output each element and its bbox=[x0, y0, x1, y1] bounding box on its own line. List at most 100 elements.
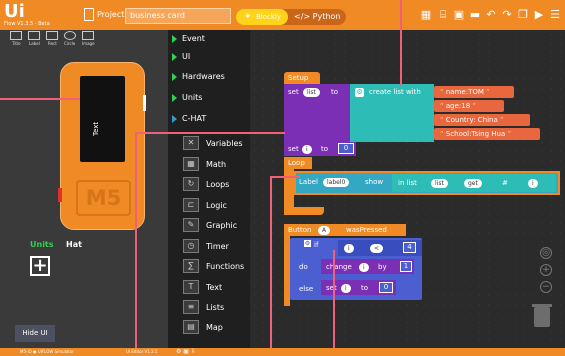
lists-icon[interactable]: ≡ bbox=[183, 300, 199, 314]
code-icon[interactable]: ▦ bbox=[420, 9, 432, 21]
category-loops[interactable]: Loops bbox=[206, 180, 229, 189]
operator-dropdown[interactable]: < bbox=[370, 244, 384, 253]
number-input[interactable]: 0 bbox=[338, 143, 354, 154]
gear-icon[interactable]: ⚙ bbox=[304, 240, 311, 247]
logic-icon[interactable]: ⊏ bbox=[183, 198, 199, 212]
tool-label: Image bbox=[82, 41, 95, 46]
save-icon[interactable]: ▣ bbox=[453, 9, 465, 21]
category-lists[interactable]: Lists bbox=[206, 303, 224, 312]
category-functions[interactable]: Functions bbox=[206, 262, 244, 271]
api-icon[interactable]: ▬ bbox=[469, 9, 481, 21]
bottom-icons[interactable]: ⚙ ▣ ⇩ bbox=[176, 348, 196, 356]
callout-line bbox=[270, 176, 300, 178]
device-status: M5-ID ● UIFLOW Simulator bbox=[20, 349, 74, 354]
get-dropdown[interactable]: get bbox=[464, 179, 482, 188]
graphic-icon[interactable]: ✎ bbox=[183, 218, 199, 232]
callout-line bbox=[400, 0, 402, 86]
category-text[interactable]: Text bbox=[206, 283, 222, 292]
show-keyword: show bbox=[365, 178, 384, 186]
category-timer[interactable]: Timer bbox=[206, 242, 229, 251]
loop-footer[interactable] bbox=[284, 207, 324, 215]
i-variable-dropdown[interactable]: i bbox=[302, 145, 312, 154]
zoom-out-icon[interactable]: − bbox=[540, 281, 552, 293]
set-keyword: set bbox=[326, 284, 337, 292]
examples-icon[interactable]: ⌸ bbox=[437, 9, 449, 21]
hide-ui-button[interactable]: Hide UI bbox=[15, 325, 55, 342]
timer-icon[interactable]: ◷ bbox=[183, 239, 199, 253]
run-icon[interactable]: ▶ bbox=[533, 9, 545, 21]
arrow-icon bbox=[172, 73, 177, 81]
else-keyword: else bbox=[299, 285, 314, 293]
trash-lid-icon bbox=[532, 304, 552, 307]
number-input[interactable]: 1 bbox=[400, 261, 412, 272]
add-unit-button[interactable]: + bbox=[30, 256, 50, 276]
recenter-icon[interactable]: ◎ bbox=[540, 247, 552, 259]
trash-icon[interactable] bbox=[534, 307, 550, 327]
number-input[interactable]: 4 bbox=[403, 242, 416, 253]
list-variable-dropdown[interactable]: list bbox=[303, 88, 320, 97]
category-ui[interactable]: UI bbox=[170, 48, 248, 66]
category-logic[interactable]: Logic bbox=[206, 201, 227, 210]
category-hardwares[interactable]: Hardwares bbox=[170, 68, 248, 86]
category-c-hat[interactable]: C-HAT bbox=[170, 110, 248, 128]
redo-icon[interactable]: ↷ bbox=[501, 9, 513, 21]
change-variable[interactable]: i bbox=[359, 263, 369, 272]
tool-label: Rect bbox=[48, 41, 57, 46]
number-input[interactable]: 0 bbox=[379, 282, 393, 293]
label-tool-icon[interactable] bbox=[28, 31, 40, 40]
menu-icon[interactable]: ☰ bbox=[549, 9, 561, 21]
rect-tool-icon[interactable] bbox=[46, 31, 58, 40]
tool-label: Label bbox=[29, 41, 40, 46]
compare-variable[interactable]: i bbox=[344, 244, 354, 253]
label-name-dropdown[interactable]: label0 bbox=[323, 178, 350, 187]
image-tool-icon[interactable] bbox=[82, 31, 94, 40]
text-item-value: “ age:18 ” bbox=[440, 102, 477, 110]
loop-label: Loop bbox=[288, 159, 305, 167]
set-keyword: set bbox=[288, 145, 299, 153]
arrow-icon bbox=[172, 94, 177, 102]
project-icon[interactable] bbox=[84, 8, 94, 21]
was-pressed-dropdown[interactable]: wasPressed bbox=[346, 224, 387, 236]
window-icon[interactable]: ❐ bbox=[517, 9, 529, 21]
label-keyword: Label bbox=[299, 178, 318, 186]
loops-icon[interactable]: ↻ bbox=[183, 177, 199, 191]
category-math[interactable]: Math bbox=[206, 160, 226, 169]
text-item-value: “ name:TOM ” bbox=[440, 88, 490, 96]
variables-icon[interactable]: ✕ bbox=[183, 136, 199, 150]
circle-tool-icon[interactable] bbox=[64, 31, 76, 40]
gear-icon[interactable]: ⚙ bbox=[355, 88, 364, 97]
category-graphic[interactable]: Graphic bbox=[206, 221, 237, 230]
list-dropdown[interactable]: list bbox=[431, 179, 448, 188]
to-keyword: to bbox=[321, 145, 329, 153]
text-icon[interactable]: T bbox=[183, 280, 199, 294]
set-variable[interactable]: i bbox=[341, 284, 351, 293]
category-map[interactable]: Map bbox=[206, 323, 223, 332]
tab-hat[interactable]: Hat bbox=[66, 240, 82, 249]
map-icon[interactable]: ▤ bbox=[183, 320, 199, 334]
callout-line bbox=[270, 176, 272, 348]
math-icon[interactable]: ▦ bbox=[183, 157, 199, 171]
to-keyword: to bbox=[331, 88, 339, 96]
category-event[interactable]: Event bbox=[170, 30, 248, 48]
callout-line bbox=[135, 132, 137, 348]
undo-icon[interactable]: ↶ bbox=[485, 9, 497, 21]
screen-label[interactable]: Text bbox=[92, 122, 100, 136]
device-screen[interactable] bbox=[80, 76, 125, 162]
functions-icon[interactable]: ∑ bbox=[183, 259, 199, 273]
in-list-keyword: in list bbox=[398, 179, 417, 187]
project-label: Project bbox=[97, 10, 125, 19]
zoom-in-icon[interactable]: + bbox=[540, 264, 552, 276]
button-keyword: Button bbox=[288, 226, 312, 234]
tab-units[interactable]: Units bbox=[30, 240, 54, 249]
index-variable[interactable]: i bbox=[528, 179, 538, 188]
by-keyword: by bbox=[378, 263, 387, 271]
category-units[interactable]: Units bbox=[170, 89, 248, 107]
arrow-icon bbox=[172, 53, 177, 61]
category-variables[interactable]: Variables bbox=[206, 139, 243, 148]
title-tool-icon[interactable] bbox=[10, 31, 22, 40]
project-name-input[interactable]: business card bbox=[125, 8, 231, 24]
puzzle-icon: ✦ bbox=[244, 12, 252, 22]
button-name-dropdown[interactable]: A bbox=[318, 226, 331, 235]
mode-python-button[interactable]: </> Python bbox=[294, 9, 340, 25]
callout-line bbox=[135, 132, 285, 134]
